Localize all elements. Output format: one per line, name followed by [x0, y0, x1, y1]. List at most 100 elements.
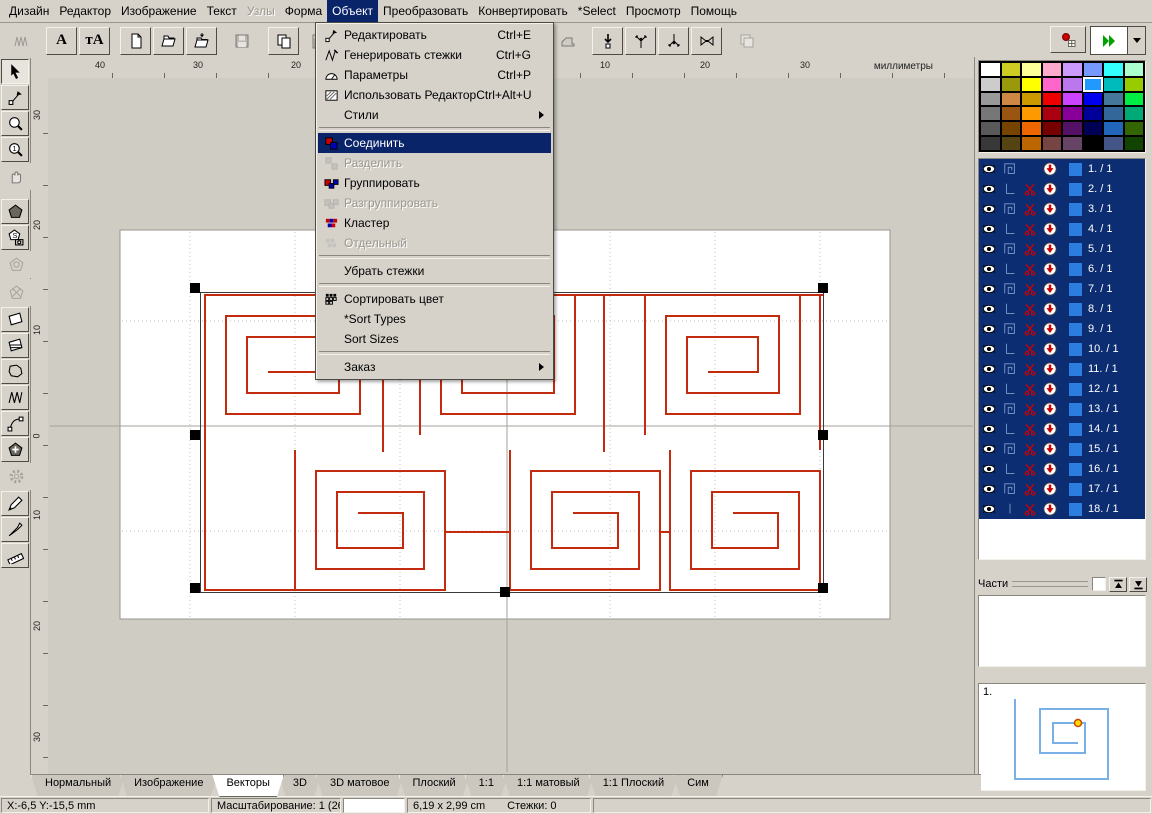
- palette-swatch-22[interactable]: [1104, 93, 1123, 106]
- object-menu-item-6[interactable]: Соединить: [318, 133, 551, 153]
- visibility-eye-icon[interactable]: [979, 322, 999, 336]
- menubar-item-9[interactable]: *Select: [573, 0, 621, 22]
- palette-swatch-1[interactable]: [1002, 63, 1021, 76]
- stitch-direction-icon[interactable]: [1039, 282, 1061, 296]
- object-row-3[interactable]: 3. / 1: [979, 199, 1145, 219]
- open-button[interactable]: [153, 27, 184, 55]
- knife-tool-button[interactable]: [1, 517, 29, 542]
- object-row-11[interactable]: 11. / 1: [979, 359, 1145, 379]
- object-row-10[interactable]: 10. / 1: [979, 339, 1145, 359]
- palette-swatch-5[interactable]: [1084, 63, 1103, 76]
- view-tab-1[interactable]: Изображение: [120, 775, 217, 797]
- view-tab-7[interactable]: 1:1 матовый: [503, 775, 594, 797]
- parts-checkbox[interactable]: [1092, 577, 1106, 591]
- palette-swatch-46[interactable]: [1104, 137, 1123, 150]
- palette-swatch-25[interactable]: [1002, 107, 1021, 120]
- view-tab-0[interactable]: Нормальный: [31, 775, 125, 797]
- zoom-1to1-tool-button[interactable]: 1: [1, 137, 29, 162]
- object-menu-item-8[interactable]: Группировать: [318, 173, 551, 193]
- stitch-direction-icon[interactable]: [1039, 302, 1061, 316]
- trim-scissors-icon[interactable]: [1021, 262, 1039, 276]
- menubar-item-1[interactable]: Редактор: [54, 0, 116, 22]
- quad-outline-tool-button[interactable]: [1, 307, 29, 332]
- object-color-swatch[interactable]: [1069, 223, 1082, 236]
- stitch-direction-icon[interactable]: [1039, 342, 1061, 356]
- palette-swatch-39[interactable]: [1125, 122, 1144, 135]
- zigzag-stitch-tool-button[interactable]: [1, 385, 29, 410]
- menubar-item-2[interactable]: Изображение: [116, 0, 202, 22]
- visibility-eye-icon[interactable]: [979, 382, 999, 396]
- palette-swatch-28[interactable]: [1063, 107, 1082, 120]
- stitch-direction-icon[interactable]: [1039, 362, 1061, 376]
- stitch-direction-icon[interactable]: [1039, 322, 1061, 336]
- object-color-swatch[interactable]: [1069, 443, 1082, 456]
- parts-list[interactable]: [978, 595, 1146, 667]
- stitch-direction-icon[interactable]: [1039, 242, 1061, 256]
- object-color-swatch[interactable]: [1069, 463, 1082, 476]
- palette-swatch-40[interactable]: [981, 137, 1000, 150]
- palette-swatch-19[interactable]: [1043, 93, 1062, 106]
- visibility-eye-icon[interactable]: [979, 162, 999, 176]
- visibility-eye-icon[interactable]: [979, 342, 999, 356]
- palette-swatch-7[interactable]: [1125, 63, 1144, 76]
- trim-scissors-icon[interactable]: [1021, 362, 1039, 376]
- object-color-swatch[interactable]: [1069, 383, 1082, 396]
- quad-fill-tool-button[interactable]: [1, 333, 29, 358]
- object-menu-item-4[interactable]: Стили: [318, 105, 551, 125]
- text-button[interactable]: A: [46, 27, 77, 55]
- object-color-swatch[interactable]: [1069, 283, 1082, 296]
- object-color-swatch[interactable]: [1069, 183, 1082, 196]
- palette-swatch-41[interactable]: [1002, 137, 1021, 150]
- object-color-swatch[interactable]: [1069, 323, 1082, 336]
- palette-swatch-33[interactable]: [1002, 122, 1021, 135]
- stitch-direction-icon[interactable]: [1039, 462, 1061, 476]
- palette-swatch-31[interactable]: [1125, 107, 1144, 120]
- palette-swatch-21[interactable]: [1084, 93, 1103, 106]
- trim-scissors-icon[interactable]: [1021, 242, 1039, 256]
- visibility-eye-icon[interactable]: [979, 462, 999, 476]
- palette-swatch-30[interactable]: [1104, 107, 1123, 120]
- object-color-swatch[interactable]: [1069, 363, 1082, 376]
- view-tab-8[interactable]: 1:1 Плоский: [589, 775, 679, 797]
- stitch-direction-icon[interactable]: [1039, 402, 1061, 416]
- object-row-1[interactable]: 1. / 1: [979, 159, 1145, 179]
- palette-swatch-42[interactable]: [1022, 137, 1041, 150]
- trim-scissors-icon[interactable]: [1021, 182, 1039, 196]
- object-menu-item-1[interactable]: Генерировать стежкиCtrl+G: [318, 45, 551, 65]
- menubar-item-0[interactable]: Дизайн: [4, 0, 54, 22]
- stitch-direction-icon[interactable]: [1039, 382, 1061, 396]
- view-tab-2[interactable]: Векторы: [212, 775, 283, 797]
- object-color-swatch[interactable]: [1069, 303, 1082, 316]
- object-row-4[interactable]: 4. / 1: [979, 219, 1145, 239]
- palette-swatch-35[interactable]: [1043, 122, 1062, 135]
- palette-swatch-43[interactable]: [1043, 137, 1062, 150]
- palette-swatch-47[interactable]: [1125, 137, 1144, 150]
- object-menu-item-17[interactable]: Sort Sizes: [318, 329, 551, 349]
- trim-scissors-icon[interactable]: [1021, 342, 1039, 356]
- object-color-swatch[interactable]: [1069, 503, 1082, 516]
- stitch-direction-icon[interactable]: [1039, 162, 1061, 176]
- zoom-tool-button[interactable]: [1, 111, 29, 136]
- palette-swatch-9[interactable]: [1002, 78, 1021, 91]
- object-row-2[interactable]: 2. / 1: [979, 179, 1145, 199]
- palette-swatch-16[interactable]: [981, 93, 1000, 106]
- menubar-item-10[interactable]: Просмотр: [621, 0, 686, 22]
- trim-scissors-icon[interactable]: [1021, 302, 1039, 316]
- object-menu-item-3[interactable]: Использовать РедакторCtrl+Alt+U: [318, 85, 551, 105]
- palette-swatch-4[interactable]: [1063, 63, 1082, 76]
- object-menu-item-13[interactable]: Убрать стежки: [318, 261, 551, 281]
- palette-swatch-18[interactable]: [1022, 93, 1041, 106]
- stitch-direction-icon[interactable]: [1039, 482, 1061, 496]
- visibility-eye-icon[interactable]: [979, 262, 999, 276]
- menubar-item-8[interactable]: Конвертировать: [473, 0, 573, 22]
- import-button[interactable]: [186, 27, 217, 55]
- visibility-eye-icon[interactable]: [979, 362, 999, 376]
- object-row-7[interactable]: 7. / 1: [979, 279, 1145, 299]
- object-row-15[interactable]: 15. / 1: [979, 439, 1145, 459]
- trim-scissors-icon[interactable]: [1021, 202, 1039, 216]
- view-tab-5[interactable]: Плоский: [399, 775, 470, 797]
- insert-down-button[interactable]: [592, 27, 623, 55]
- trim-scissors-icon[interactable]: [1021, 322, 1039, 336]
- stitch-direction-icon[interactable]: [1039, 222, 1061, 236]
- stitch-direction-icon[interactable]: [1039, 262, 1061, 276]
